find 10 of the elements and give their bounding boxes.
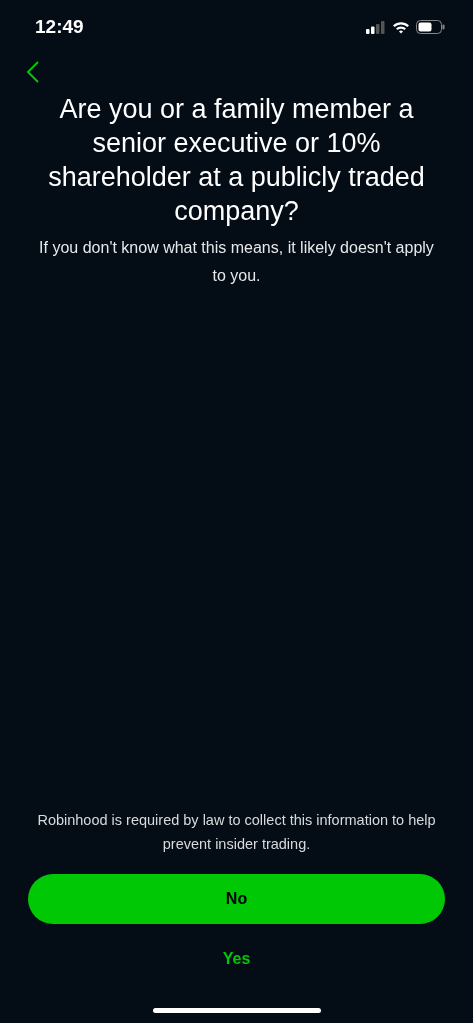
yes-button[interactable]: Yes <box>214 946 259 972</box>
status-time: 12:49 <box>35 16 84 38</box>
battery-icon <box>416 20 445 34</box>
back-icon[interactable] <box>26 60 40 84</box>
signal-icon <box>366 20 386 34</box>
no-button[interactable]: No <box>28 874 445 924</box>
question-subtitle: If you don't know what this means, it likely doesn't apply to you. <box>38 238 435 286</box>
disclaimer-text: Robinhood is required by law to collect this information to help prevent insider trading. <box>36 811 437 854</box>
wifi-icon <box>392 20 410 34</box>
question-title: Are you or a family member a senior executive or 10% shareholder at a publicly traded company? <box>47 93 426 228</box>
